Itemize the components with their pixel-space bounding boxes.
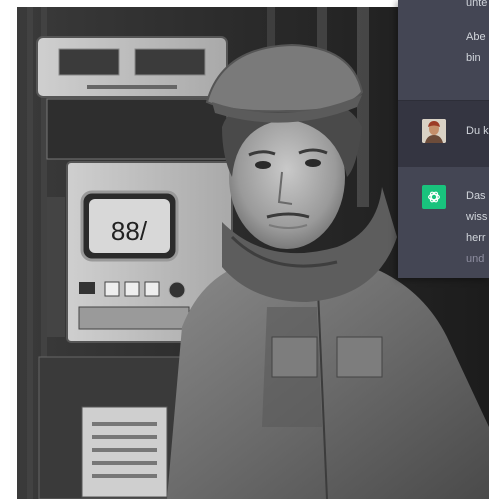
assistant-text-line: unte [466,0,488,9]
assistant-text-line: und [466,253,485,265]
user-message: Du k [398,100,489,168]
chat-panel: unte Abe bin Du k Das wiss herr und [398,0,489,278]
assistant-text-line: wiss [466,211,488,223]
assistant-text-line: herr [466,232,486,244]
assistant-text-line: Das [466,190,486,202]
openai-logo-icon [428,191,440,203]
assistant-text-line: bin [466,52,481,64]
user-avatar [422,119,446,143]
user-avatar-icon [422,119,446,143]
chatgpt-avatar [422,185,446,209]
machine-display-digits: 88/ [111,216,148,246]
assistant-message-top: unte Abe bin [398,0,489,100]
user-message-text: Du k [466,125,489,137]
assistant-message-bottom: Das wiss herr und [398,167,489,278]
assistant-text-line: Abe [466,31,486,43]
